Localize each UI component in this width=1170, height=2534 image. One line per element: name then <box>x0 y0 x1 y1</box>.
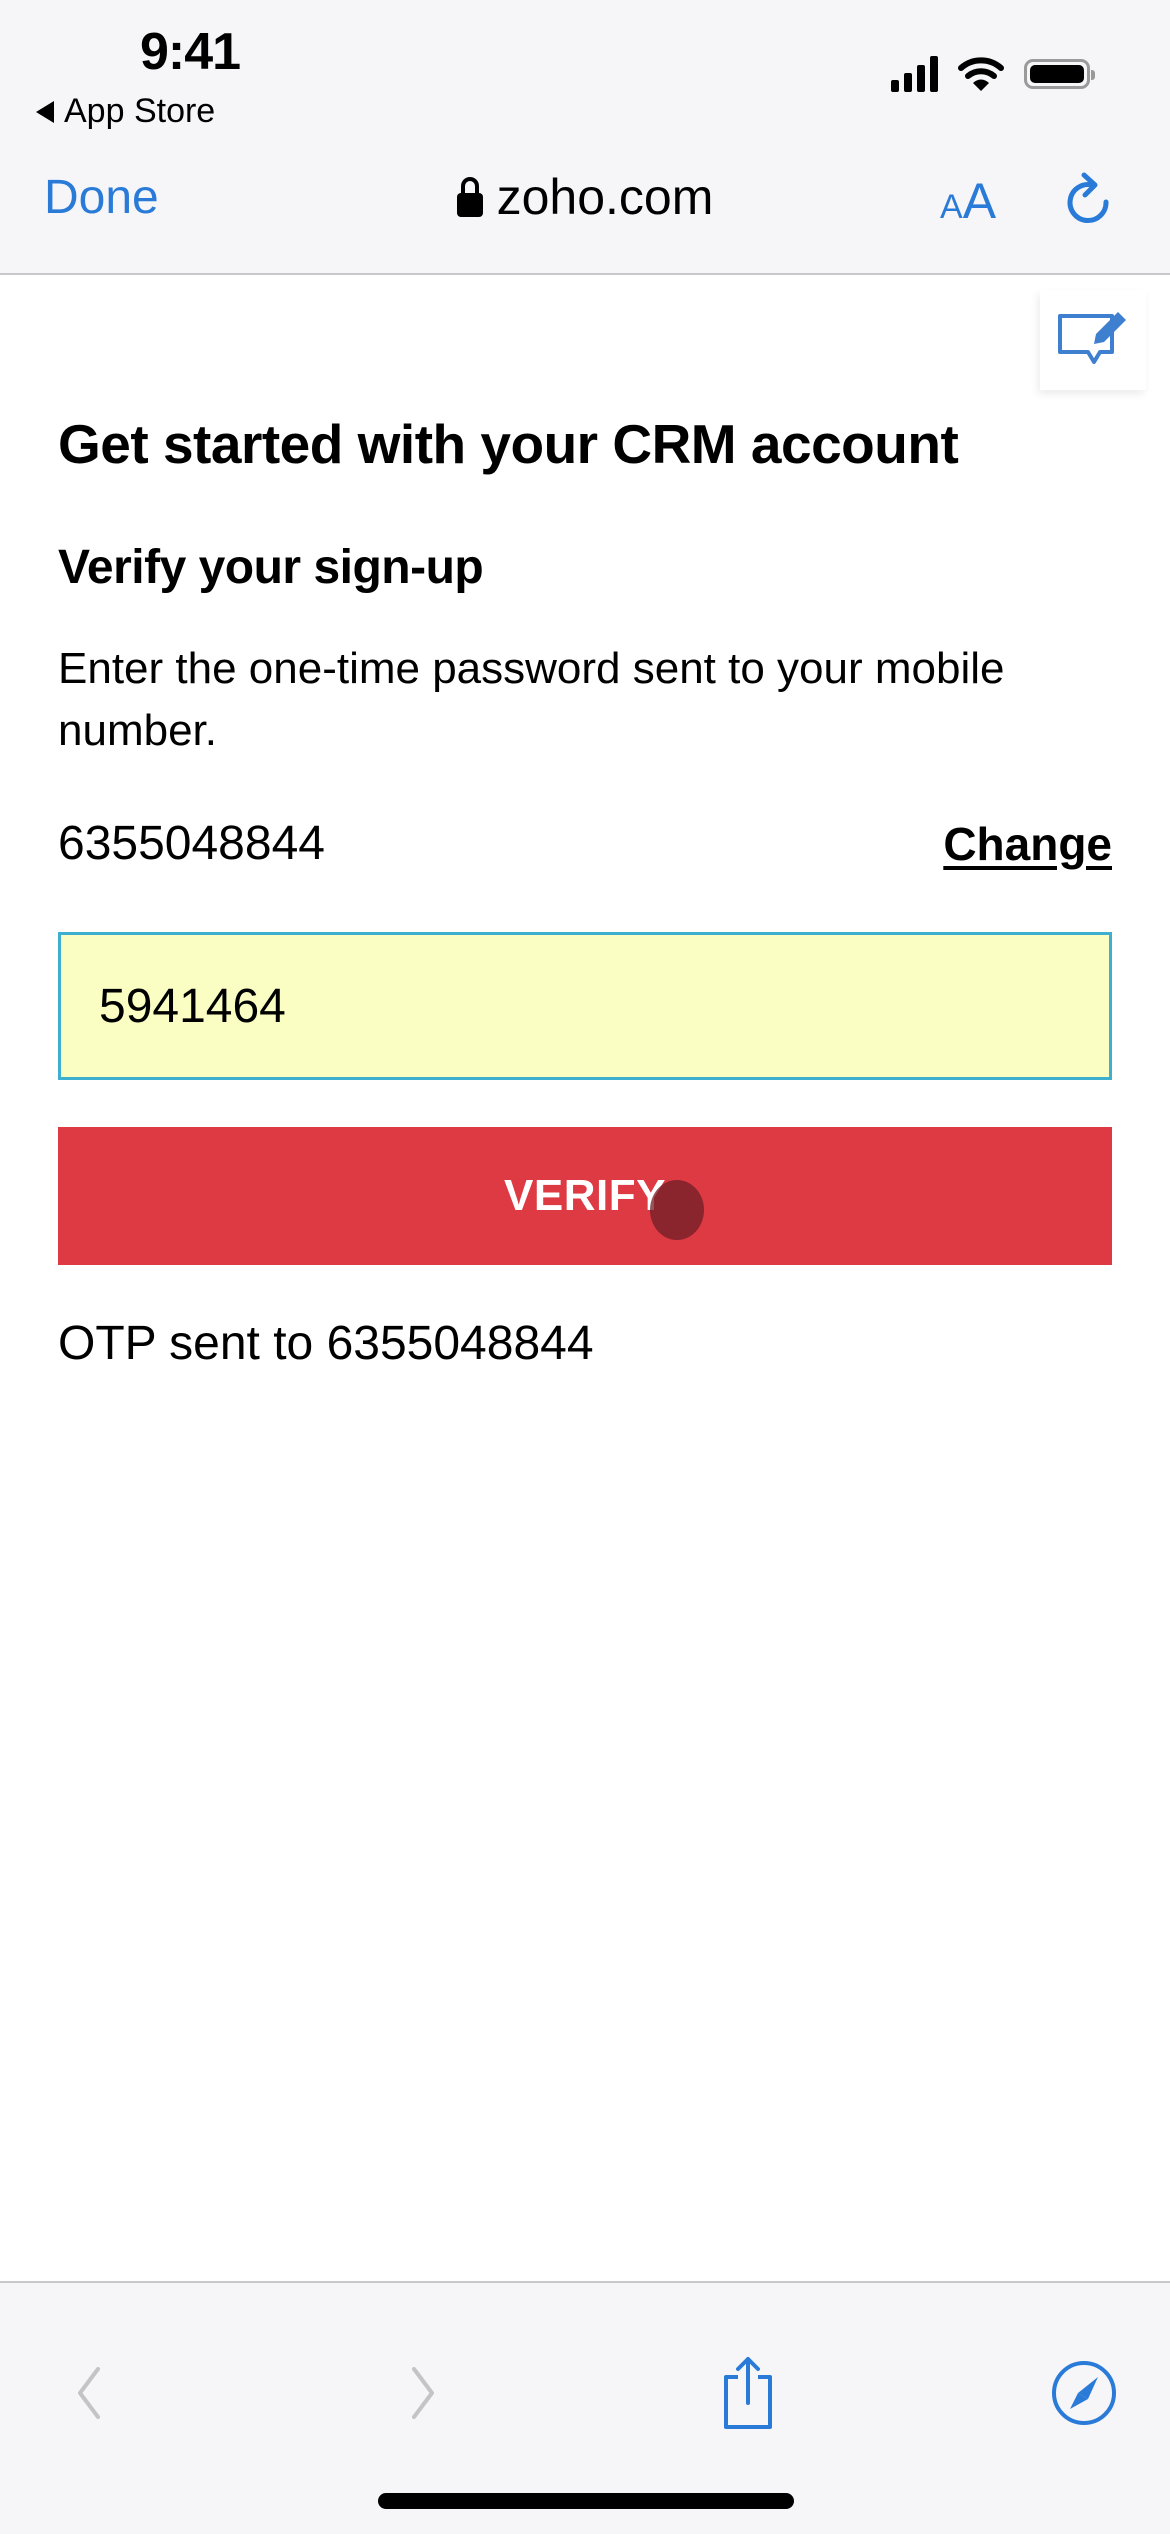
forward-button[interactable] <box>384 2353 464 2433</box>
back-app-label: App Store <box>64 92 216 130</box>
back-icon <box>78 2367 100 2419</box>
feedback-edit-icon <box>1058 312 1126 364</box>
forward-icon <box>412 2367 434 2419</box>
reload-button[interactable] <box>1062 170 1118 230</box>
text-size-big-glyph: A <box>962 173 997 229</box>
cellular-signal-icon <box>891 56 938 92</box>
status-icons <box>891 56 1095 92</box>
done-button[interactable]: Done <box>44 170 159 225</box>
phone-row: 6355048844 Change <box>58 816 1112 871</box>
otp-input[interactable] <box>58 932 1112 1080</box>
wifi-icon <box>958 57 1004 91</box>
compass-icon <box>1052 2361 1116 2425</box>
domain-label[interactable]: zoho.com <box>497 168 714 226</box>
battery-icon <box>1024 59 1095 89</box>
home-indicator <box>378 2493 794 2509</box>
browser-top-bar: 9:41 App Store Done zoho.com AA <box>0 0 1170 275</box>
verify-button[interactable]: VERIFY <box>58 1127 1112 1265</box>
change-number-link[interactable]: Change <box>943 817 1112 871</box>
page-title: Get started with your CRM account <box>58 413 959 475</box>
browser-bottom-toolbar <box>0 2281 1170 2534</box>
share-button[interactable] <box>708 2353 788 2433</box>
back-button[interactable] <box>48 2353 128 2433</box>
touch-indicator <box>650 1180 704 1240</box>
open-in-safari-button[interactable] <box>1044 2353 1124 2433</box>
phone-number: 6355048844 <box>58 817 325 870</box>
back-to-app-store[interactable]: App Store <box>36 92 215 131</box>
status-time: 9:41 <box>140 23 241 81</box>
instructions-text: Enter the one-time password sent to your… <box>58 644 1005 755</box>
otp-sent-message: OTP sent to 6355048844 <box>58 1317 594 1370</box>
lock-icon <box>456 177 483 217</box>
reload-icon <box>1067 172 1109 224</box>
text-size-button[interactable]: AA <box>940 172 996 230</box>
section-subtitle: Verify your sign-up <box>58 541 484 594</box>
text-size-small-glyph: A <box>940 188 963 226</box>
back-triangle-icon <box>36 100 54 123</box>
share-icon <box>724 2357 772 2429</box>
feedback-button[interactable] <box>1040 290 1146 390</box>
